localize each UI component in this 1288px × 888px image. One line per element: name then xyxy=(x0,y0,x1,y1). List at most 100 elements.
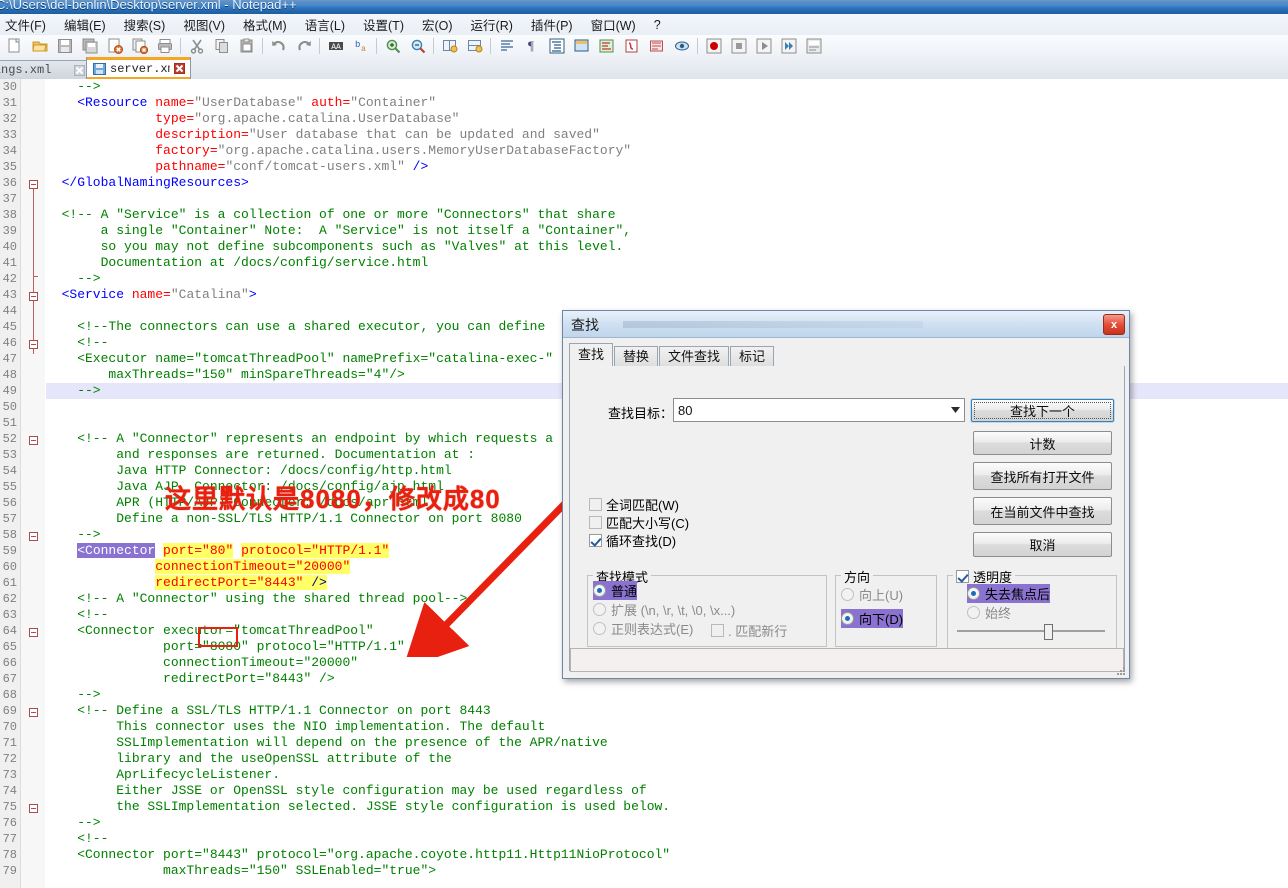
monitoring-icon[interactable] xyxy=(670,35,693,56)
menu-item-plugins[interactable]: 插件(P) xyxy=(522,13,582,36)
find-all-in-current-document-button[interactable]: 在当前文件中查找 xyxy=(973,497,1112,525)
user-defined-dialog-icon[interactable] xyxy=(570,35,593,56)
find-dialog[interactable]: 查找 x 查找 替换 文件查找 标记 查找目标： 80 查找下一个 计数 查找所… xyxy=(562,310,1130,679)
indent-guide-icon[interactable] xyxy=(545,35,568,56)
paste-icon[interactable] xyxy=(235,35,258,56)
copy-icon[interactable] xyxy=(210,35,233,56)
code-line[interactable]: --> xyxy=(46,815,1288,831)
search-mode-regex-radio[interactable]: 正则表达式(E) xyxy=(593,619,693,638)
redo-icon[interactable] xyxy=(292,35,315,56)
search-mode-normal-radio[interactable]: 普通 xyxy=(593,581,638,600)
code-line[interactable]: --> xyxy=(46,271,1288,287)
direction-down-radio[interactable]: 向下(D) xyxy=(841,609,904,628)
word-wrap-icon[interactable] xyxy=(495,35,518,56)
close-icon[interactable]: x xyxy=(1103,314,1125,335)
cut-icon[interactable] xyxy=(185,35,208,56)
replace-icon[interactable]: ba xyxy=(349,35,372,56)
tab-find-in-files[interactable]: 文件查找 xyxy=(659,346,730,367)
fold-toggle-icon[interactable] xyxy=(29,804,38,813)
code-line[interactable]: <!-- Define a SSL/TLS HTTP/1.1 Connector… xyxy=(46,703,1288,719)
menu-item-window[interactable]: 窗口(W) xyxy=(582,13,645,36)
fold-toggle-icon[interactable] xyxy=(29,340,38,349)
close-file-icon[interactable] xyxy=(103,35,126,56)
play-macro-icon[interactable] xyxy=(752,35,775,56)
code-line[interactable]: Documentation at /docs/config/service.ht… xyxy=(46,255,1288,271)
code-line[interactable]: </GlobalNamingResources> xyxy=(46,175,1288,191)
search-mode-extended-radio[interactable]: 扩展 (\n, \r, \t, \0, \x...) xyxy=(593,600,735,619)
code-line[interactable]: factory="org.apache.catalina.users.Memor… xyxy=(46,143,1288,159)
fast-play-macro-icon[interactable] xyxy=(777,35,800,56)
new-file-icon[interactable] xyxy=(3,35,26,56)
save-icon[interactable] xyxy=(53,35,76,56)
record-macro-icon[interactable] xyxy=(702,35,725,56)
close-icon[interactable] xyxy=(74,64,85,76)
code-line[interactable]: the SSLImplementation selected. JSSE sty… xyxy=(46,799,1288,815)
tab-find[interactable]: 查找 xyxy=(569,343,614,367)
zoom-out-icon[interactable] xyxy=(406,35,429,56)
close-icon[interactable] xyxy=(174,63,185,74)
tab-replace[interactable]: 替换 xyxy=(614,346,659,367)
code-line[interactable]: This connector uses the NIO implementati… xyxy=(46,719,1288,735)
code-line[interactable]: <Service name="Catalina"> xyxy=(46,287,1288,303)
menu-item-language[interactable]: 语言(L) xyxy=(296,13,354,36)
code-line[interactable]: AprLifecycleListener. xyxy=(46,767,1288,783)
code-line[interactable]: <Resource name="UserDatabase" auth="Cont… xyxy=(46,95,1288,111)
fold-toggle-icon[interactable] xyxy=(29,180,38,189)
fold-toggle-icon[interactable] xyxy=(29,628,38,637)
count-button[interactable]: 计数 xyxy=(973,431,1112,455)
code-line[interactable]: type="org.apache.catalina.UserDatabase" xyxy=(46,111,1288,127)
menu-item-view[interactable]: 视图(V) xyxy=(174,13,234,36)
code-line[interactable]: --> xyxy=(46,79,1288,95)
menu-item-macro[interactable]: 宏(O) xyxy=(413,13,462,36)
save-all-icon[interactable] xyxy=(78,35,101,56)
undo-icon[interactable] xyxy=(267,35,290,56)
document-map-icon[interactable] xyxy=(595,35,618,56)
menu-item-help[interactable]: ? xyxy=(645,16,670,34)
code-line[interactable]: --> xyxy=(46,687,1288,703)
fold-toggle-icon[interactable] xyxy=(29,292,38,301)
find-icon[interactable]: AA xyxy=(324,35,347,56)
chevron-down-icon[interactable] xyxy=(946,400,964,420)
open-folder-icon[interactable] xyxy=(28,35,51,56)
code-line[interactable]: a single "Container" Note: A "Service" i… xyxy=(46,223,1288,239)
transparency-always-radio[interactable]: 始终 xyxy=(967,603,1011,622)
dot-matches-newline-checkbox[interactable]: . 匹配新行 xyxy=(711,621,787,640)
fold-toggle-icon[interactable] xyxy=(29,436,38,445)
resize-grip-icon[interactable] xyxy=(1114,664,1126,676)
search-input[interactable]: 80 xyxy=(673,398,965,422)
show-all-chars-icon[interactable]: ¶ xyxy=(520,35,543,56)
direction-up-radio[interactable]: 向上(U) xyxy=(841,585,903,604)
code-line[interactable]: Either JSSE or OpenSSL style configurati… xyxy=(46,783,1288,799)
find-all-in-all-opened-documents-button[interactable]: 查找所有打开文件 xyxy=(973,462,1112,490)
sync-vertical-icon[interactable] xyxy=(438,35,461,56)
code-line[interactable]: library and the useOpenSSL attribute of … xyxy=(46,751,1288,767)
code-line[interactable]: description="User database that can be u… xyxy=(46,127,1288,143)
code-line[interactable]: pathname="conf/tomcat-users.xml" /> xyxy=(46,159,1288,175)
fold-toggle-icon[interactable] xyxy=(29,532,38,541)
menu-item-format[interactable]: 格式(M) xyxy=(234,13,296,36)
find-next-button[interactable]: 查找下一个 xyxy=(971,399,1114,422)
code-line[interactable]: <!-- xyxy=(46,831,1288,847)
code-line[interactable]: <!-- A "Service" is a collection of one … xyxy=(46,207,1288,223)
transparency-on-losing-focus-radio[interactable]: 失去焦点后 xyxy=(967,584,1051,603)
match-case-checkbox[interactable]: 匹配大小写(C) xyxy=(589,513,689,532)
menu-item-search[interactable]: 搜索(S) xyxy=(115,13,175,36)
menu-item-edit[interactable]: 编辑(E) xyxy=(55,13,115,36)
function-list-icon[interactable] xyxy=(620,35,643,56)
whole-word-checkbox[interactable]: 全词匹配(W) xyxy=(589,495,679,514)
fold-toggle-icon[interactable] xyxy=(29,708,38,717)
transparency-slider[interactable] xyxy=(957,624,1105,640)
code-line[interactable]: SSLImplementation will depend on the pre… xyxy=(46,735,1288,751)
document-tab-settings-xml[interactable]: settings.xml xyxy=(0,60,91,79)
folder-workspace-icon[interactable] xyxy=(645,35,668,56)
code-line[interactable] xyxy=(46,191,1288,207)
slider-thumb[interactable] xyxy=(1044,624,1054,640)
code-line[interactable]: <Connector port="8443" protocol="org.apa… xyxy=(46,847,1288,863)
close-all-icon[interactable] xyxy=(128,35,151,56)
document-tab-server-xml[interactable]: server.xml xyxy=(86,57,191,79)
code-line[interactable]: maxThreads="150" SSLEnabled="true"> xyxy=(46,863,1288,879)
fold-margin[interactable] xyxy=(21,79,45,888)
menu-item-run[interactable]: 运行(R) xyxy=(462,13,522,36)
menu-item-file[interactable]: 文件(F) xyxy=(0,13,55,36)
tab-mark[interactable]: 标记 xyxy=(730,346,775,367)
